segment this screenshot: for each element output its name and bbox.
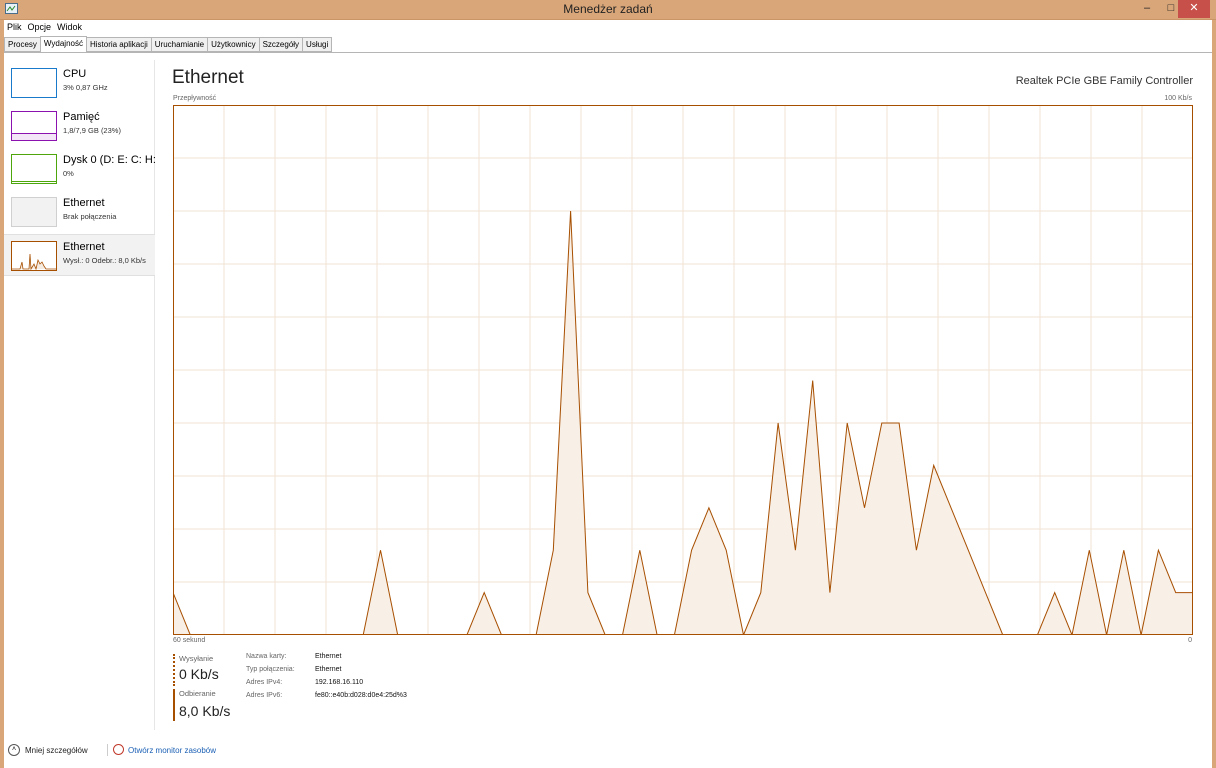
menu-options[interactable]: Opcje [25, 20, 55, 34]
tab-strip: Procesy Wydajność Historia aplikacji Urucha… [4, 36, 333, 53]
cpu-thumbnail [11, 68, 57, 98]
tab-services[interactable]: Usługi [302, 37, 333, 52]
info-adapter-value: Ethernet [315, 653, 342, 660]
sidebar-item-sub: 1,8/7,9 GB (23%) [63, 126, 121, 135]
info-adapter-key: Nazwa karty: [246, 653, 287, 660]
menu-file[interactable]: Plik [4, 20, 25, 34]
sidebar-item-cpu[interactable]: CPU 3% 0,87 GHz [4, 62, 155, 104]
chevron-up-icon[interactable]: ˄ [8, 744, 20, 756]
receive-indicator [173, 689, 175, 721]
minimize-button[interactable]: – [1134, 0, 1160, 18]
sidebar-item-label: Ethernet [63, 197, 105, 209]
tab-details[interactable]: Szczegóły [258, 37, 304, 52]
sidebar-item-sub: Brak połączenia [63, 212, 117, 221]
window-title: Menedżer zadań [563, 2, 653, 16]
tab-performance[interactable]: Wydajność [39, 36, 87, 53]
send-value: 0 Kb/s [179, 666, 219, 682]
sidebar-item-disk[interactable]: Dysk 0 (D: E: C: H: G: 0% [4, 148, 155, 190]
sidebar-item-sub: 3% 0,87 GHz [63, 83, 108, 92]
info-ipv6-value: fe80::e40b:d028:d0e4:25d%3 [315, 692, 407, 699]
sidebar-item-sub: 0% [63, 169, 74, 178]
footer-divider [107, 744, 108, 756]
receive-label: Odbieranie [179, 689, 216, 698]
close-button[interactable]: ✕ [1178, 0, 1210, 18]
sidebar-item-label: Pamięć [63, 111, 100, 123]
send-indicator [173, 654, 175, 686]
tab-processes[interactable]: Procesy [4, 37, 41, 52]
send-label: Wysyłanie [179, 654, 214, 663]
sidebar-item-ethernet[interactable]: Ethernet Wysł.: 0 Odebr.: 8,0 Kb/s [4, 234, 155, 276]
info-ipv6-key: Adres IPv6: [246, 692, 283, 699]
max-scale-label: 100 Kb/s [1164, 95, 1192, 102]
adapter-name: Realtek PCIe GBE Family Controller [1015, 75, 1193, 87]
tab-startup[interactable]: Uruchamianie [150, 37, 209, 52]
time-zero-label: 0 [1188, 637, 1192, 644]
throughput-chart [173, 105, 1193, 635]
tab-divider [4, 52, 1212, 53]
sidebar-item-memory[interactable]: Pamięć 1,8/7,9 GB (23%) [4, 105, 155, 147]
sidebar-item-label: Dysk 0 (D: E: C: H: G: [63, 154, 155, 166]
receive-value: 8,0 Kb/s [179, 703, 231, 719]
fewer-details-link[interactable]: Mniej szczegółów [25, 746, 88, 755]
ethernet-thumbnail [11, 197, 57, 227]
resource-monitor-icon [113, 744, 124, 755]
sidebar-item-label: CPU [63, 68, 87, 80]
window-frame-right [1212, 20, 1216, 768]
info-conn-type-key: Typ połączenia: [246, 666, 295, 673]
disk-thumbnail [11, 154, 57, 184]
page-title: Ethernet [172, 67, 244, 88]
open-resource-monitor-link[interactable]: Otwórz monitor zasobów [128, 746, 216, 755]
time-span-label: 60 sekund [173, 637, 206, 644]
info-conn-type-value: Ethernet [315, 666, 342, 673]
sidebar-item-sub: Wysł.: 0 Odebr.: 8,0 Kb/s [63, 256, 146, 265]
menu-bar: Plik Opcje Widok [4, 20, 85, 35]
sidebar-item-ethernet-disconnected[interactable]: Ethernet Brak połączenia [4, 191, 155, 233]
tab-users[interactable]: Użytkownicy [207, 37, 260, 52]
title-bar: Menedżer zadań – □ ✕ [0, 0, 1216, 20]
chart-grid [173, 105, 1193, 635]
sidebar-item-label: Ethernet [63, 241, 105, 253]
info-ipv4-key: Adres IPv4: [246, 679, 283, 686]
memory-thumbnail [11, 111, 57, 141]
info-ipv4-value: 192.168.16.110 [315, 679, 364, 686]
ethernet-thumbnail [11, 241, 57, 271]
menu-view[interactable]: Widok [54, 20, 85, 34]
throughput-label: Przepływność [173, 95, 217, 102]
resource-sidebar: CPU 3% 0,87 GHz Pamięć 1,8/7,9 GB (23%) … [4, 60, 155, 730]
tab-app-history[interactable]: Historia aplikacji [85, 37, 152, 52]
